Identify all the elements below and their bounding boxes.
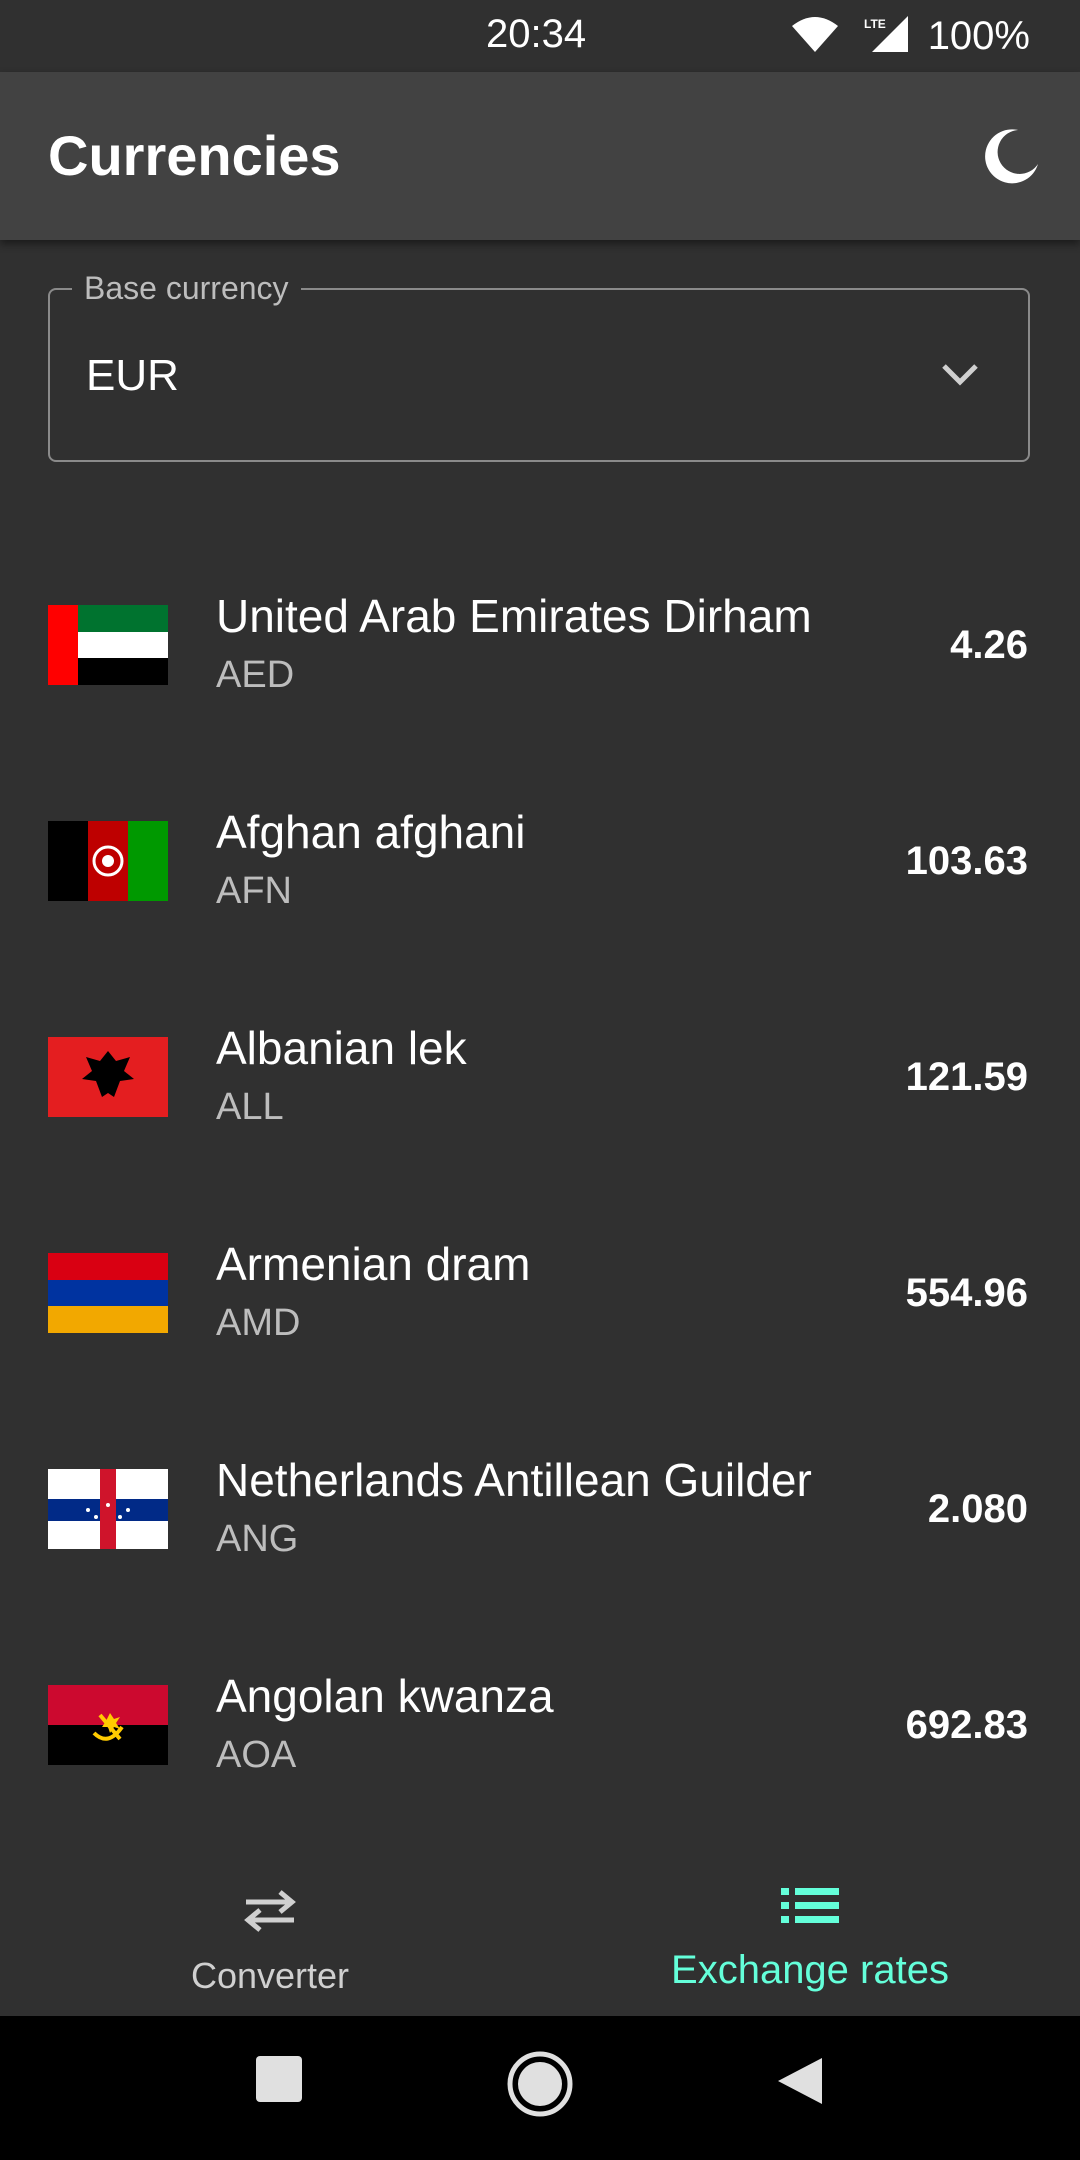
base-currency-value: EUR bbox=[86, 351, 179, 400]
status-bar: 20:34 LTE 100% bbox=[0, 0, 1080, 72]
currency-code: AFN bbox=[216, 870, 292, 912]
flag-ao-icon bbox=[48, 1685, 168, 1765]
currency-name: Albanian lek bbox=[216, 1022, 467, 1074]
base-currency-select[interactable]: Base currency EUR bbox=[48, 268, 1030, 462]
theme-toggle-button[interactable] bbox=[980, 124, 1044, 188]
currency-name: Afghan afghani bbox=[216, 806, 526, 858]
currency-code: ALL bbox=[216, 1086, 284, 1128]
currency-code: AOA bbox=[216, 1734, 297, 1776]
cell-signal-icon: LTE bbox=[858, 14, 910, 59]
exchange-rate: 121.59 bbox=[905, 1055, 1028, 1099]
list-item[interactable]: Netherlands Antillean Guilder ANG 2.080 bbox=[0, 1401, 1080, 1617]
nav-converter-label: Converter bbox=[190, 1955, 350, 1996]
currency-name: Armenian dram bbox=[216, 1238, 531, 1290]
list-item[interactable]: Angolan kwanza AOA 692.83 bbox=[0, 1617, 1080, 1833]
currency-name: Netherlands Antillean Guilder bbox=[216, 1454, 812, 1506]
battery-level: 100% bbox=[927, 13, 1030, 58]
chevron-down-icon bbox=[936, 350, 984, 398]
flag-an-icon bbox=[48, 1469, 168, 1549]
flag-ae-icon bbox=[48, 605, 168, 685]
back-button[interactable] bbox=[774, 2056, 824, 2111]
exchange-rate: 554.96 bbox=[905, 1271, 1028, 1315]
list-item[interactable]: United Arab Emirates Dirham AED 4.26 bbox=[0, 537, 1080, 753]
flag-af-icon bbox=[48, 821, 168, 901]
list-item[interactable]: Albanian lek ALL 121.59 bbox=[0, 969, 1080, 1185]
status-time: 20:34 bbox=[486, 12, 587, 56]
moon-icon bbox=[980, 129, 1044, 192]
currency-name: Angolan kwanza bbox=[216, 1670, 554, 1722]
currency-code: AMD bbox=[216, 1302, 301, 1344]
page-title: Currencies bbox=[48, 124, 341, 187]
currency-code: AED bbox=[216, 654, 295, 696]
exchange-rate: 692.83 bbox=[905, 1703, 1028, 1747]
flag-am-icon bbox=[48, 1253, 168, 1333]
system-navigation-bar bbox=[0, 2016, 1080, 2160]
exchange-rate: 4.26 bbox=[950, 623, 1028, 667]
flag-al-icon bbox=[48, 1037, 168, 1117]
recents-button[interactable] bbox=[256, 2056, 302, 2107]
home-button[interactable] bbox=[506, 2050, 574, 2123]
list-item[interactable]: Afghan afghani AFN 103.63 bbox=[0, 753, 1080, 969]
swap-arrows-icon bbox=[240, 1886, 300, 1939]
app-bar: Currencies bbox=[0, 72, 1080, 240]
currency-code: ANG bbox=[216, 1518, 299, 1560]
exchange-rate-list: United Arab Emirates Dirham AED 4.26 Afg… bbox=[0, 537, 1080, 1833]
nav-exchange-rates[interactable]: Exchange rates bbox=[540, 1838, 1080, 2016]
status-icons: LTE 100% bbox=[790, 12, 1030, 60]
list-item[interactable]: Armenian dram AMD 554.96 bbox=[0, 1185, 1080, 1401]
svg-text:LTE: LTE bbox=[864, 17, 886, 31]
list-icon bbox=[781, 1886, 839, 1931]
base-currency-label: Base currency bbox=[72, 268, 301, 308]
wifi-icon bbox=[790, 14, 840, 59]
currency-name: United Arab Emirates Dirham bbox=[216, 590, 812, 642]
bottom-navigation: Converter Exchange rates bbox=[0, 1838, 1080, 2016]
exchange-rate: 103.63 bbox=[905, 839, 1028, 883]
exchange-rate: 2.080 bbox=[927, 1487, 1028, 1531]
nav-converter[interactable]: Converter bbox=[0, 1838, 540, 2016]
nav-exchange-rates-label: Exchange rates bbox=[671, 1948, 949, 1992]
